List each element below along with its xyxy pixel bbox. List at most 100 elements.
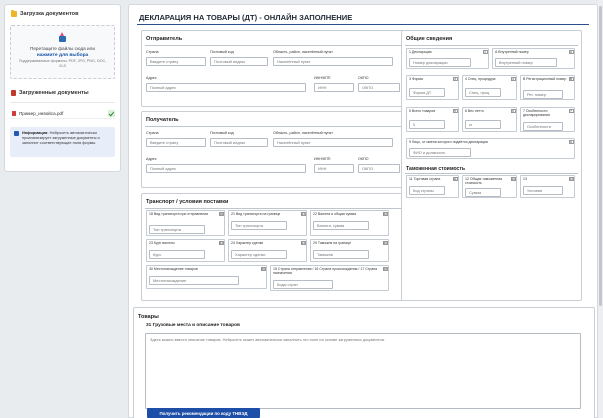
declarant-person-input[interactable] bbox=[409, 148, 471, 157]
page-title: ДЕКЛАРАЦИЯ НА ТОВАРЫ (ДТ) - ОНЛАЙН ЗАПОЛ… bbox=[139, 13, 353, 22]
uploaded-file-item[interactable]: Пример_инвойса.pdf bbox=[10, 108, 115, 119]
box-13-conditions: 13 13 bbox=[520, 175, 575, 198]
scrollbar-thumb[interactable] bbox=[599, 6, 602, 306]
supported-formats: Поддерживаемые форматы: PDF, JPG, PNG, D… bbox=[18, 59, 107, 68]
receiver-address-input[interactable] bbox=[146, 164, 306, 173]
receiver-inn-field: ИНН/КПП bbox=[314, 157, 354, 173]
goods-title: Товары bbox=[138, 314, 159, 320]
uploaded-title: Загруженные документы bbox=[19, 90, 89, 96]
field-label: Почтовый код bbox=[210, 50, 234, 54]
title-underline bbox=[137, 24, 589, 26]
receiver-title: Получатель bbox=[146, 117, 179, 123]
border-customs-input[interactable] bbox=[313, 250, 369, 259]
select-files-link[interactable]: нажмите для выбора bbox=[11, 52, 114, 59]
box-3-form: 3 3 Форма bbox=[406, 75, 459, 100]
declaration-number-input[interactable] bbox=[409, 58, 471, 67]
box-number: A bbox=[568, 49, 574, 54]
sender-postal-input[interactable] bbox=[210, 57, 268, 66]
file-name: Пример_инвойса.pdf bbox=[19, 110, 64, 116]
total-goods-input[interactable] bbox=[409, 120, 445, 129]
box-11-trading-country: 11 11 Торговая страна bbox=[406, 175, 459, 198]
pdf-file-icon bbox=[12, 110, 16, 116]
sender-postal-field: Почтовый код bbox=[210, 50, 268, 66]
internal-number-input[interactable] bbox=[495, 58, 557, 67]
currency-total-input[interactable] bbox=[313, 221, 369, 230]
box-number: 1 bbox=[482, 49, 488, 54]
exchange-rate-input[interactable] bbox=[149, 250, 205, 259]
net-weight-input[interactable] bbox=[465, 120, 501, 129]
sender-okpo-input[interactable] bbox=[358, 83, 400, 92]
box-label: 6 Вес нетто bbox=[465, 109, 484, 113]
sender-country-input[interactable] bbox=[146, 57, 206, 66]
receiver-okpo-field: ОКПО bbox=[358, 157, 400, 173]
box-12-total-customs-value: 12 12 Общая таможенная стоимость bbox=[462, 175, 517, 198]
trading-country-input[interactable] bbox=[409, 186, 445, 195]
box-label: 5 Всего товаров bbox=[409, 109, 436, 113]
special-procedure-input[interactable] bbox=[465, 88, 501, 97]
box-number: 3 bbox=[452, 76, 458, 81]
box-label: 12 Общая таможенная стоимость bbox=[465, 177, 503, 185]
total-customs-value-input[interactable] bbox=[465, 188, 501, 197]
upload-title: Загрузка документов bbox=[20, 11, 79, 17]
check-icon bbox=[108, 109, 115, 117]
box-number: 7 bbox=[568, 108, 574, 113]
box-6-net-weight: 6 6 Вес нетто bbox=[462, 107, 517, 132]
info-icon bbox=[14, 131, 19, 136]
box-label: 18 Вид транспорта при отправлении bbox=[149, 212, 209, 216]
box-number: 12 bbox=[510, 176, 516, 181]
box-15-countries: 15 15 Страна отправления / 16 Страна про… bbox=[270, 265, 389, 291]
general-info-title: Общие сведения bbox=[406, 36, 453, 42]
countries-input[interactable] bbox=[273, 280, 333, 289]
box-label: 7 Особенности декларирования bbox=[523, 109, 550, 117]
box-4-special-procedure: 4 4 Спец. процедура bbox=[462, 75, 517, 100]
box-label: 23 Курс валюты bbox=[149, 241, 175, 245]
box-label: 4 Спец. процедура bbox=[465, 77, 496, 81]
box-label: 15 Страна отправления / 16 Страна происх… bbox=[273, 267, 378, 275]
box-7-declaration-features: 7 7 Особенности декларирования bbox=[520, 107, 575, 132]
sender-address-field: Адрес bbox=[146, 76, 306, 92]
box-9-declarant-person: 9 9 Лицо, от имени которого подаётся дек… bbox=[406, 138, 575, 159]
receiver-country-field: Страна bbox=[146, 131, 206, 147]
box-21-transport-border: 21 21 Вид транспорта на границе bbox=[228, 210, 307, 236]
field-label: Адрес bbox=[146, 157, 157, 161]
box-number: 4 bbox=[510, 76, 516, 81]
box-number: 5 bbox=[452, 108, 458, 113]
receiver-postal-field: Почтовый код bbox=[210, 131, 268, 147]
receiver-okpo-input[interactable] bbox=[358, 164, 400, 173]
box-label: 13 bbox=[523, 177, 527, 181]
form-input[interactable] bbox=[409, 88, 445, 97]
transport-departure-input[interactable] bbox=[149, 225, 205, 234]
receiver-postal-input[interactable] bbox=[210, 138, 268, 147]
file-dropzone[interactable]: Перетащите файлы сюда или нажмите для вы… bbox=[10, 25, 115, 79]
field-label: Адрес bbox=[146, 76, 157, 80]
receiver-region-input[interactable] bbox=[273, 138, 393, 147]
field-label: Страна bbox=[146, 131, 159, 135]
box-number: 29 bbox=[382, 240, 388, 245]
field-label: Область, район, населённый пункт bbox=[273, 50, 333, 54]
upload-icon bbox=[58, 32, 67, 43]
box-label: А Внутренний номер bbox=[495, 50, 529, 54]
field-label: ИНН/КПП bbox=[314, 157, 331, 161]
transport-border-input[interactable] bbox=[231, 221, 287, 230]
conditions-input[interactable] bbox=[523, 186, 563, 195]
divider bbox=[10, 102, 115, 103]
goods-location-input[interactable] bbox=[149, 276, 239, 285]
tnved-recommendation-button[interactable]: Получить рекомендации по коду ТНВЭД bbox=[147, 408, 260, 418]
declaration-form: ДЕКЛАРАЦИЯ НА ТОВАРЫ (ДТ) - ОНЛАЙН ЗАПОЛ… bbox=[128, 4, 598, 418]
box-number: 21 bbox=[300, 211, 306, 216]
sender-region-input[interactable] bbox=[273, 57, 393, 66]
goods-description-textarea[interactable] bbox=[145, 333, 581, 409]
deal-type-input[interactable] bbox=[231, 250, 287, 259]
sender-address-input[interactable] bbox=[146, 83, 306, 92]
receiver-region-field: Область, район, населённый пункт bbox=[273, 131, 393, 147]
sender-inn-input[interactable] bbox=[314, 83, 354, 92]
box-label: 21 Вид транспорта на границе bbox=[231, 212, 281, 216]
receiver-inn-input[interactable] bbox=[314, 164, 354, 173]
box-number: 23 bbox=[218, 240, 224, 245]
customs-value-title: Таможенная стоимость bbox=[406, 166, 466, 172]
sender-okpo-field: ОКПО bbox=[358, 76, 400, 92]
field-label: Страна bbox=[146, 50, 159, 54]
declaration-features-input[interactable] bbox=[523, 122, 563, 131]
registration-number-input[interactable] bbox=[523, 90, 563, 99]
receiver-country-input[interactable] bbox=[146, 138, 206, 147]
